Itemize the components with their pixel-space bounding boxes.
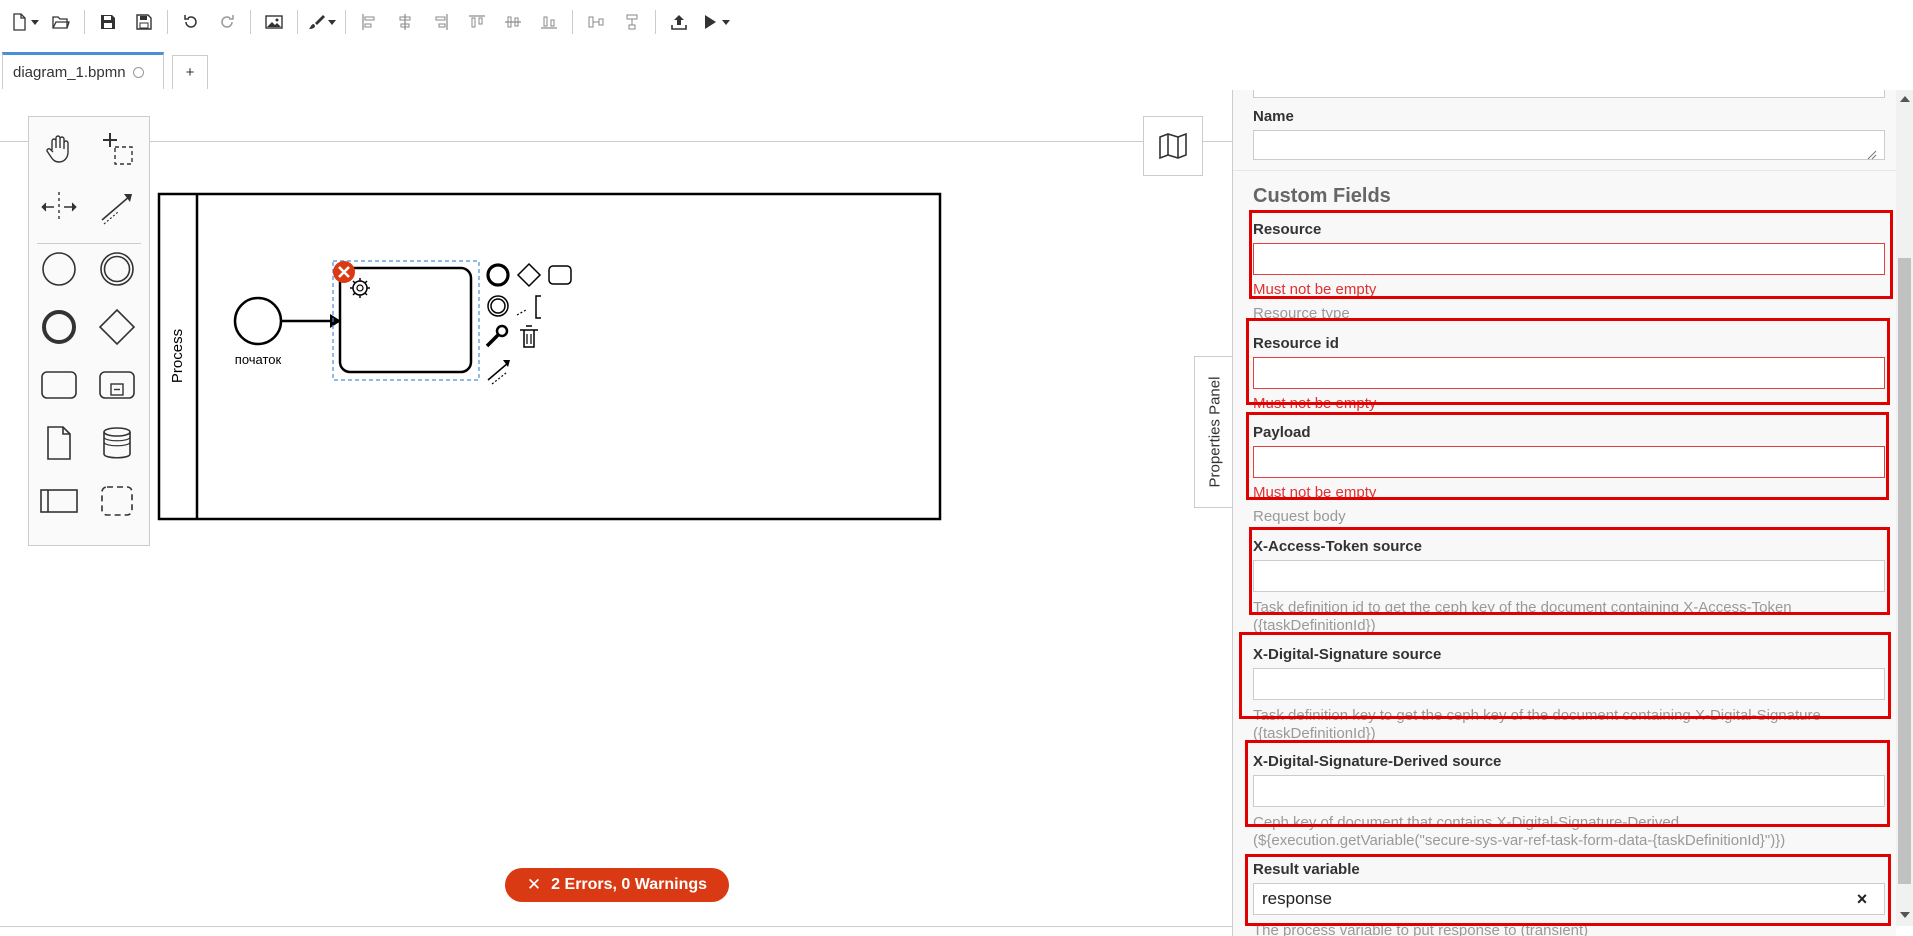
properties-panel: Name Custom Fields Resource Must not be … [1232, 90, 1896, 936]
section-title: Custom Fields [1253, 185, 1391, 207]
minimap-toggle-button[interactable] [1143, 116, 1203, 176]
scroll-up-icon[interactable] [1900, 96, 1910, 102]
scrollbar-thumb[interactable] [1898, 258, 1911, 884]
properties-panel-toggle[interactable]: Properties Panel [1194, 356, 1234, 508]
diagram-canvas[interactable]: Process початок [0, 0, 1230, 926]
highlight-result-variable [1245, 854, 1891, 926]
append-gateway[interactable] [516, 262, 542, 288]
service-task[interactable] [338, 266, 473, 374]
highlight-x-digital-signature [1239, 632, 1891, 719]
map-icon [1159, 132, 1187, 160]
highlight-x-access-token [1249, 527, 1890, 615]
scroll-down-icon[interactable] [1900, 912, 1910, 918]
append-text-annotation[interactable] [516, 295, 541, 319]
start-event-label: початок [235, 352, 282, 367]
wrench-icon[interactable] [485, 324, 509, 348]
previous-field-input[interactable] [1253, 90, 1885, 98]
highlight-x-digital-signature-derived [1245, 740, 1890, 827]
errors-warnings-badge[interactable]: ✕ 2 Errors, 0 Warnings [505, 868, 729, 902]
append-task[interactable] [548, 265, 572, 285]
resize-handle-icon [1867, 150, 1877, 160]
append-end-event[interactable] [486, 263, 510, 287]
sequence-flow[interactable] [281, 314, 341, 328]
errors-text: 2 Errors, 0 Warnings [551, 876, 708, 893]
highlight-payload [1246, 412, 1889, 500]
status-divider [0, 926, 1232, 927]
context-pad [485, 262, 572, 385]
trash-icon[interactable] [520, 325, 538, 348]
validation-error-icon[interactable] [333, 261, 355, 283]
name-label: Name [1253, 108, 1294, 125]
connect-icon[interactable] [487, 360, 510, 385]
highlight-resource [1249, 210, 1893, 299]
pool-label: Process [169, 329, 186, 383]
name-input[interactable] [1253, 130, 1885, 160]
close-icon: ✕ [526, 875, 542, 894]
start-event[interactable] [233, 296, 283, 346]
section-divider [1233, 170, 1896, 171]
properties-panel-label: Properties Panel [1206, 376, 1223, 488]
append-intermediate-event[interactable] [487, 295, 509, 317]
properties-scrollbar[interactable] [1896, 90, 1913, 926]
payload-description: Request body [1253, 508, 1346, 525]
highlight-resource-id [1246, 318, 1890, 405]
